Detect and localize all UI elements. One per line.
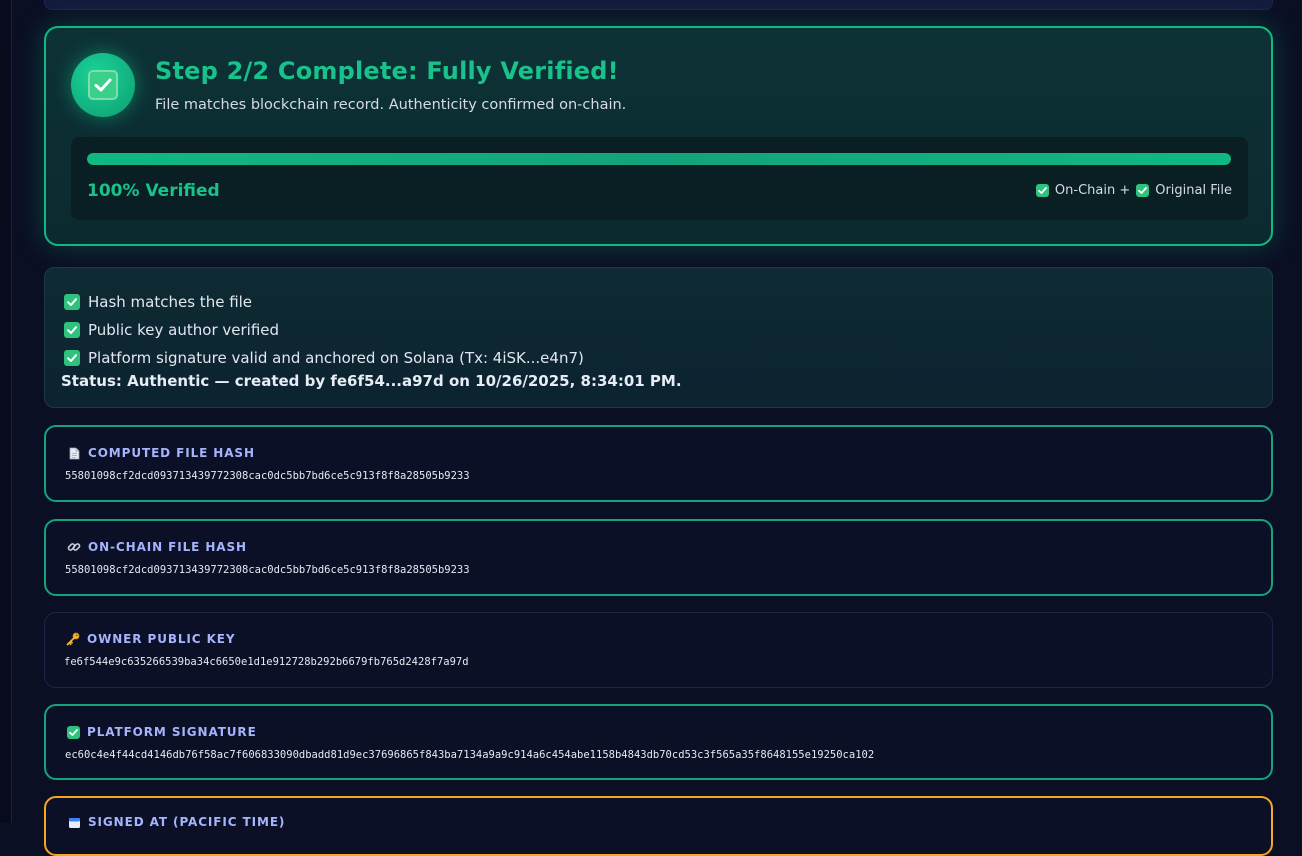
document-icon [67, 446, 81, 460]
computed-hash-label: COMPUTED FILE HASH [88, 446, 255, 460]
check-icon [67, 725, 80, 739]
progress-track [87, 153, 1231, 165]
verification-checks-panel: Hash matches the file Public key author … [44, 267, 1273, 408]
platform-signature-heading: PLATFORM SIGNATURE [67, 725, 257, 739]
check-icon [1136, 184, 1150, 197]
check-icon [1035, 184, 1049, 197]
owner-key-card: OWNER PUBLIC KEY fe6f544e9c635266539ba34… [44, 612, 1273, 688]
progress-fill [87, 153, 1231, 165]
check-icon [64, 350, 80, 366]
owner-key-value[interactable]: fe6f544e9c635266539ba34c6650e1d1e912728b… [64, 656, 469, 668]
owner-key-heading: OWNER PUBLIC KEY [66, 632, 235, 646]
check-item: Public key author verified [64, 316, 584, 344]
verification-tags: On-Chain + Original File [1035, 183, 1232, 198]
check-item-label: Public key author verified [88, 321, 280, 339]
onchain-hash-heading: ON-CHAIN FILE HASH [67, 540, 247, 554]
computed-hash-value[interactable]: 55801098cf2dcd093713439772308cac0dc5bb7b… [65, 470, 470, 482]
check-list: Hash matches the file Public key author … [64, 288, 584, 372]
onchain-hash-card: ON-CHAIN FILE HASH 55801098cf2dcd0937134… [44, 519, 1273, 596]
previous-card-edge [44, 0, 1273, 10]
platform-signature-card: PLATFORM SIGNATURE ec60c4e4f44cd4146db76… [44, 704, 1273, 780]
check-item-label: Hash matches the file [88, 293, 253, 311]
onchain-hash-label: ON-CHAIN FILE HASH [88, 540, 247, 554]
signed-at-label: SIGNED AT (PACIFIC TIME) [88, 815, 286, 829]
progress-label: 100% Verified [87, 181, 220, 201]
check-icon [64, 322, 80, 338]
success-badge [71, 53, 135, 117]
authenticity-status: Status: Authentic — created by fe6f54...… [61, 372, 682, 390]
signed-at-heading: SIGNED AT (PACIFIC TIME) [67, 815, 285, 829]
left-rail [0, 0, 12, 823]
platform-signature-label: PLATFORM SIGNATURE [87, 725, 257, 739]
computed-hash-heading: COMPUTED FILE HASH [67, 446, 255, 460]
tag-original-file: Original File [1155, 183, 1232, 198]
check-item-label: Platform signature valid and anchored on… [88, 349, 584, 367]
platform-signature-value[interactable]: ec60c4e4f44cd4146db76f58ac7f606833090dba… [65, 749, 874, 761]
check-item: Platform signature valid and anchored on… [64, 344, 584, 372]
verification-complete-card: Step 2/2 Complete: Fully Verified! File … [44, 26, 1273, 246]
owner-key-label: OWNER PUBLIC KEY [87, 632, 236, 646]
check-icon [64, 294, 80, 310]
onchain-hash-value[interactable]: 55801098cf2dcd093713439772308cac0dc5bb7b… [65, 564, 470, 576]
signed-at-card: SIGNED AT (PACIFIC TIME) [44, 796, 1273, 856]
progress-panel: 100% Verified On-Chain + Original File [71, 137, 1248, 220]
key-icon [66, 632, 80, 646]
computed-hash-card: COMPUTED FILE HASH 55801098cf2dcd0937134… [44, 425, 1273, 502]
tag-onchain: On-Chain + [1054, 183, 1131, 198]
verification-title: Step 2/2 Complete: Fully Verified! [155, 57, 619, 85]
check-icon [88, 70, 118, 100]
link-icon [67, 540, 81, 554]
verification-subtitle: File matches blockchain record. Authenti… [155, 97, 627, 113]
calendar-icon [67, 815, 81, 829]
check-item: Hash matches the file [64, 288, 584, 316]
